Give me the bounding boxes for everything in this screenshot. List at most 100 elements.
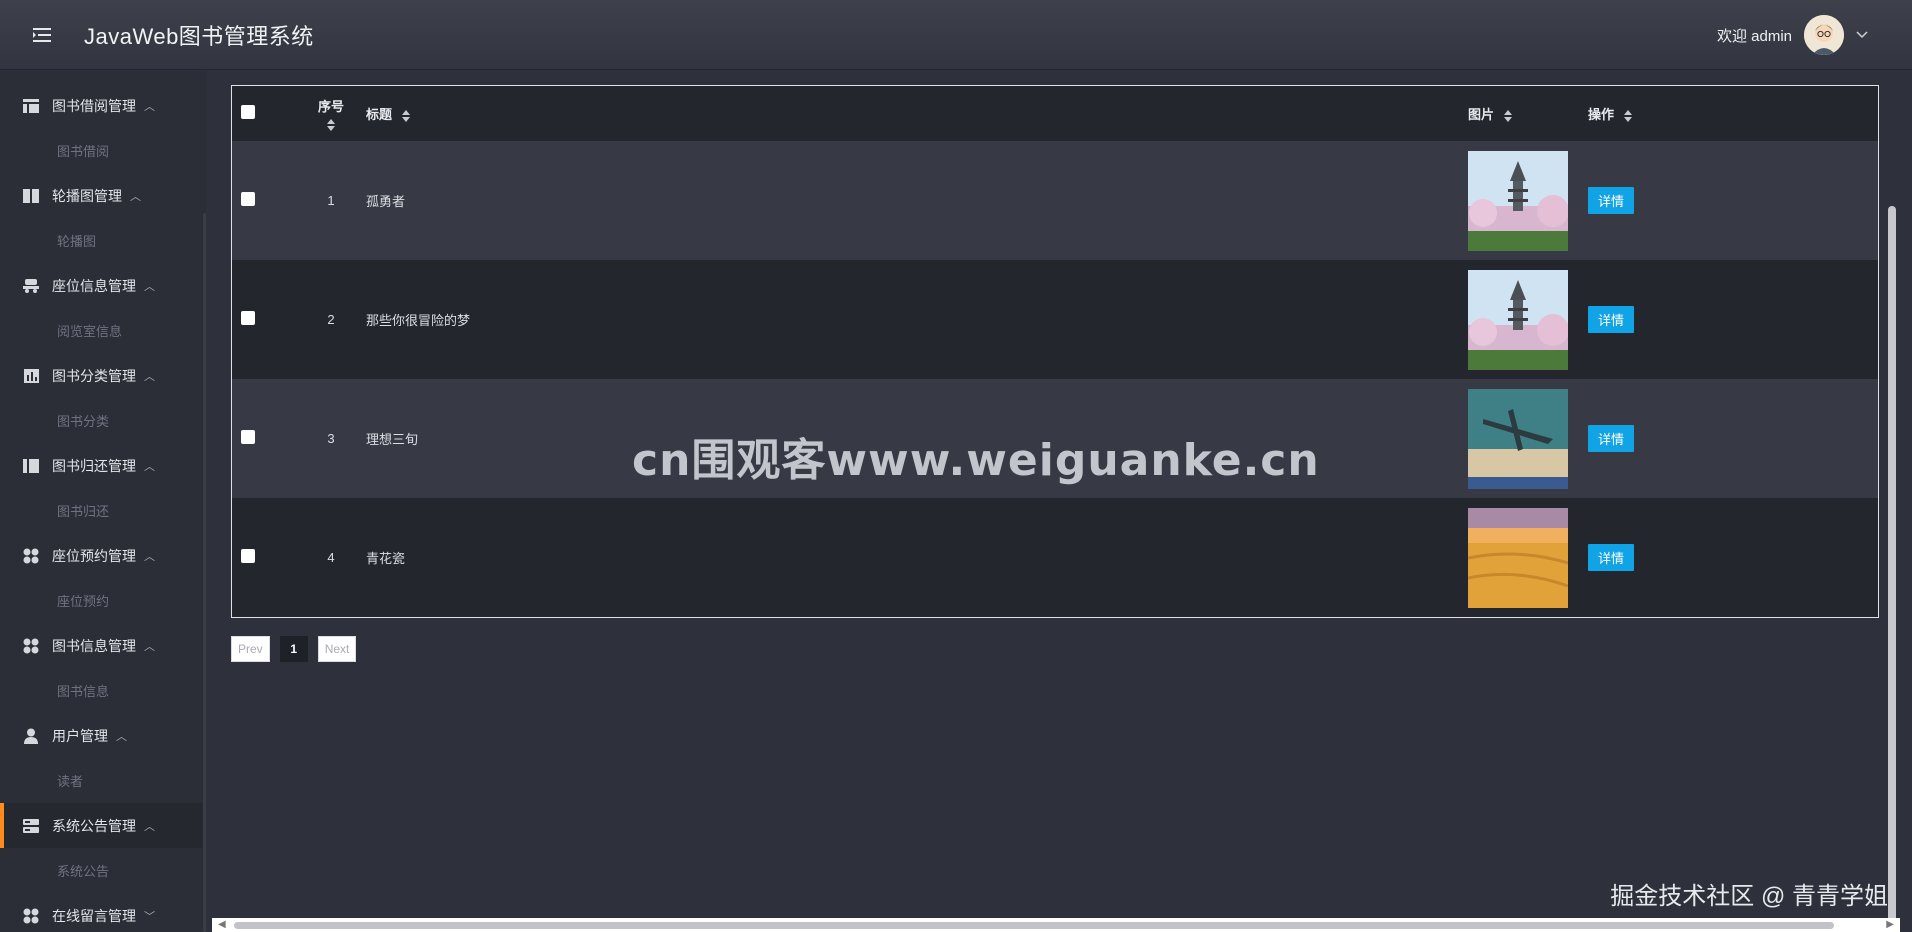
sidebar-item-label: 图书信息管理 [52, 637, 136, 654]
sort-icon[interactable] [1503, 109, 1512, 122]
menu-toggle-button[interactable] [0, 0, 84, 70]
sidebar-group-users: 用户管理 ︿ 读者 [0, 713, 206, 803]
sidebar-item-borrow-management[interactable]: 图书借阅管理 ︿ [0, 83, 206, 128]
chevron-up-icon: ︿ [130, 190, 141, 203]
chevron-up-icon: ︿ [144, 370, 155, 383]
watermark-text: cn围观客www.weiguanke.cn [632, 435, 1320, 486]
sidebar-subitem-seat-booking[interactable]: 座位预约 [0, 578, 206, 623]
detail-button[interactable]: 详情 [1588, 306, 1635, 333]
top-header: JavaWeb图书管理系统 欢迎 admin [0, 0, 1912, 70]
main-content: 序号 标题 图片 操作 1 孤勇者 详情 2 那些你很冒险的梦 详情 3 理想三… [212, 71, 1900, 932]
horizontal-scrollbar[interactable]: ◀ ▶ [212, 918, 1900, 932]
user-icon [22, 727, 40, 745]
prev-page-button[interactable]: Prev [231, 636, 270, 662]
table-row: 4 青花瓷 详情 [232, 498, 1878, 617]
chevron-down-icon: ﹀ [144, 910, 155, 923]
sidebar-item-seat-booking-management[interactable]: 座位预约管理 ︿ [0, 533, 206, 578]
row-checkbox[interactable] [241, 549, 255, 563]
welcome-text: 欢迎 admin [1716, 27, 1792, 45]
grid-icon [22, 637, 40, 655]
column-header-action[interactable]: 操作 [1588, 107, 1614, 122]
sidebar-group-borrow: 图书借阅管理 ︿ 图书借阅 [0, 83, 206, 173]
detail-button[interactable]: 详情 [1588, 425, 1635, 452]
sidebar-item-seat-info-management[interactable]: 座位信息管理 ︿ [0, 263, 206, 308]
sidebar-subitem-reading-room[interactable]: 阅览室信息 [0, 308, 206, 353]
row-title: 那些你很冒险的梦 [366, 313, 471, 328]
avatar[interactable] [1804, 15, 1844, 55]
page-number-button[interactable]: 1 [279, 636, 308, 662]
user-menu[interactable]: 欢迎 admin [1717, 0, 1868, 70]
sort-icon[interactable] [327, 118, 335, 131]
column-header-index[interactable]: 序号 [296, 96, 366, 115]
sidebar-subitem-announcements[interactable]: 系统公告 [0, 848, 206, 893]
sidebar-item-label: 系统公告管理 [52, 817, 136, 834]
chevron-up-icon: ︿ [144, 100, 155, 113]
next-page-button[interactable]: Next [317, 636, 357, 662]
sidebar-group-announcements: 系统公告管理 ︿ 系统公告 [0, 803, 206, 893]
sidebar-item-announcement-management[interactable]: 系统公告管理 ︿ [0, 803, 206, 848]
columns-icon [22, 457, 40, 475]
sidebar-scrollbar[interactable] [203, 213, 206, 932]
horizontal-scroll-thumb[interactable] [234, 922, 1834, 929]
column-header-image[interactable]: 图片 [1468, 107, 1494, 122]
sort-icon[interactable] [1623, 109, 1632, 122]
sidebar-subitem-readers[interactable]: 读者 [0, 758, 206, 803]
row-checkbox[interactable] [241, 430, 255, 444]
sidebar-group-carousel: 轮播图管理 ︿ 轮播图 [0, 173, 206, 263]
app-title: JavaWeb图书管理系统 [84, 23, 314, 49]
sidebar-subitem-carousel[interactable]: 轮播图 [0, 218, 206, 263]
chevron-up-icon: ︿ [144, 640, 155, 653]
sidebar-item-label: 座位预约管理 [52, 547, 136, 564]
seat-icon [22, 277, 40, 295]
chevron-up-icon: ︿ [144, 550, 155, 563]
sidebar: 图书借阅管理 ︿ 图书借阅 轮播图管理 ︿ 轮播图 座位信息管理 ︿ 阅览室信息 [0, 71, 206, 932]
sidebar-subitem-book-info[interactable]: 图书信息 [0, 668, 206, 713]
chevron-up-icon: ︿ [144, 460, 155, 473]
sidebar-item-category-management[interactable]: 图书分类管理 ︿ [0, 353, 206, 398]
data-table: 序号 标题 图片 操作 1 孤勇者 详情 2 那些你很冒险的梦 详情 3 理想三… [231, 85, 1879, 618]
detail-button[interactable]: 详情 [1588, 187, 1635, 214]
row-checkbox[interactable] [241, 192, 255, 206]
sidebar-group-book-info: 图书信息管理 ︿ 图书信息 [0, 623, 206, 713]
vertical-scrollbar[interactable] [1888, 206, 1896, 932]
grid-icon [22, 547, 40, 565]
sidebar-item-label: 图书分类管理 [52, 367, 136, 384]
sidebar-subitem-borrow[interactable]: 图书借阅 [0, 128, 206, 173]
pagoda-blossom-image [1468, 269, 1568, 370]
scroll-left-icon[interactable]: ◀ [218, 919, 226, 930]
sidebar-item-user-management[interactable]: 用户管理 ︿ [0, 713, 206, 758]
sidebar-group-category: 图书分类管理 ︿ 图书分类 [0, 353, 206, 443]
chevron-down-icon[interactable] [1856, 31, 1868, 39]
sidebar-item-carousel-management[interactable]: 轮播图管理 ︿ [0, 173, 206, 218]
scroll-right-icon[interactable]: ▶ [1886, 919, 1894, 930]
column-header-title[interactable]: 标题 [366, 107, 392, 122]
row-index: 1 [327, 193, 335, 208]
chevron-up-icon: ︿ [116, 730, 127, 743]
sidebar-group-seat-booking: 座位预约管理 ︿ 座位预约 [0, 533, 206, 623]
detail-button[interactable]: 详情 [1588, 544, 1635, 571]
table-row: 2 那些你很冒险的梦 详情 [232, 260, 1878, 379]
sort-icon[interactable] [401, 109, 410, 122]
sidebar-subitem-category[interactable]: 图书分类 [0, 398, 206, 443]
row-index: 2 [327, 312, 335, 327]
wheat-field-image [1468, 507, 1568, 608]
columns-icon [22, 187, 40, 205]
sidebar-group-seat-info: 座位信息管理 ︿ 阅览室信息 [0, 263, 206, 353]
select-all-checkbox[interactable] [241, 105, 255, 119]
row-title: 青花瓷 [366, 551, 406, 566]
sidebar-item-label: 图书借阅管理 [52, 97, 136, 114]
sidebar-item-book-info-management[interactable]: 图书信息管理 ︿ [0, 623, 206, 668]
sidebar-item-return-management[interactable]: 图书归还管理 ︿ [0, 443, 206, 488]
row-index: 4 [327, 550, 335, 565]
table-icon [22, 97, 40, 115]
sidebar-subitem-return[interactable]: 图书归还 [0, 488, 206, 533]
sidebar-item-message-management[interactable]: 在线留言管理 ﹀ [0, 893, 206, 932]
sidebar-item-label: 图书归还管理 [52, 457, 136, 474]
grid-icon [22, 907, 40, 925]
sidebar-item-label: 在线留言管理 [52, 907, 136, 924]
row-checkbox[interactable] [241, 311, 255, 325]
avatar-face-icon [1804, 15, 1844, 55]
credit-text: 掘金技术社区 @ 青青学姐 [1610, 883, 1888, 910]
table-row: 1 孤勇者 详情 [232, 141, 1878, 260]
chart-icon [22, 367, 40, 385]
